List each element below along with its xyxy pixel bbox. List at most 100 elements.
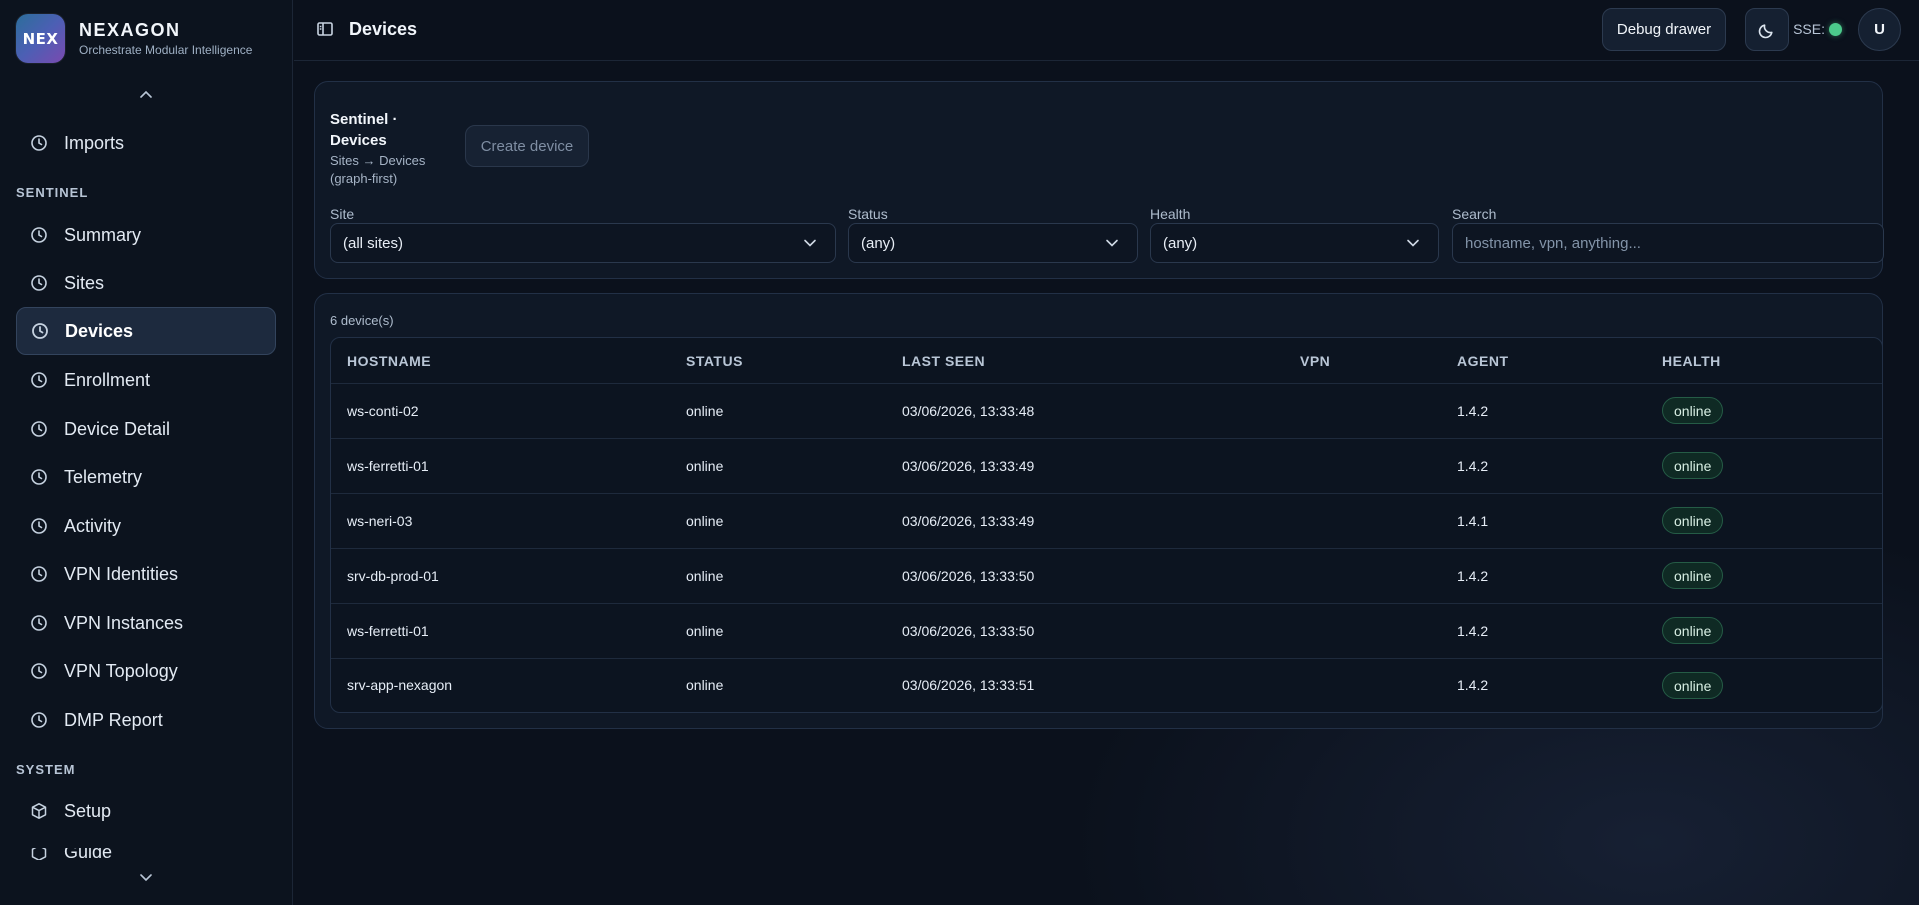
brand-text: NEXAGON Orchestrate Modular Intelligence: [79, 20, 252, 57]
devices-table-card: 6 device(s) HOSTNAME STATUS LAST SEEN VP…: [314, 293, 1883, 729]
cube-icon: [30, 848, 48, 860]
clock-icon: [31, 322, 49, 340]
column-header-status[interactable]: STATUS: [686, 353, 743, 369]
clock-icon: [30, 134, 48, 152]
cell-status: online: [686, 568, 724, 584]
table-row[interactable]: srv-db-prod-01 online 03/06/2026, 13:33:…: [331, 549, 1882, 604]
cell-hostname: ws-ferretti-01: [347, 458, 429, 474]
column-header-vpn[interactable]: VPN: [1300, 353, 1330, 369]
health-badge: online: [1662, 397, 1724, 424]
sidebar-item-telemetry[interactable]: Telemetry: [16, 453, 276, 501]
sidebar-item-enrollment[interactable]: Enrollment: [16, 356, 276, 404]
table-header-row: HOSTNAME STATUS LAST SEEN VPN AGENT HEAL…: [331, 338, 1882, 384]
sidebar-item-setup[interactable]: Setup: [16, 787, 276, 835]
cell-last-seen: 03/06/2026, 13:33:50: [902, 568, 1035, 584]
debug-drawer-button[interactable]: Debug drawer: [1602, 8, 1726, 51]
cell-hostname: ws-ferretti-01: [347, 623, 429, 639]
user-avatar[interactable]: U: [1858, 8, 1901, 51]
top-bar: Devices Debug drawer SSE: U: [294, 0, 1919, 61]
sidebar-item-dmp-report[interactable]: DMP Report: [16, 696, 276, 744]
sidebar-item-label: DMP Report: [64, 709, 163, 730]
sidebar-item-label: Sites: [64, 272, 105, 293]
health-badge: online: [1662, 452, 1724, 479]
sidebar-item-summary[interactable]: Summary: [16, 211, 276, 259]
sidebar-item-sites[interactable]: Sites: [16, 259, 276, 307]
status-filter-select[interactable]: (any): [848, 223, 1138, 263]
brand-name: NEXAGON: [79, 20, 181, 40]
column-header-agent[interactable]: AGENT: [1457, 353, 1509, 369]
clock-icon: [30, 468, 48, 486]
site-filter-value: (all sites): [343, 234, 404, 252]
cell-agent: 1.4.2: [1457, 677, 1489, 693]
cell-last-seen: 03/06/2026, 13:33:49: [902, 513, 1035, 529]
sidebar-item-label: VPN Topology: [64, 660, 178, 681]
sidebar-item-device-detail[interactable]: Device Detail: [16, 405, 276, 453]
moon-icon: [1758, 21, 1776, 39]
theme-toggle-button[interactable]: [1745, 8, 1789, 51]
sidebar-item-label: Guide: [64, 848, 113, 860]
health-badge: online: [1662, 562, 1724, 589]
search-label: Search: [1452, 206, 1497, 222]
health-badge: online: [1662, 617, 1724, 644]
cell-status: online: [686, 623, 724, 639]
sidebar-item-activity[interactable]: Activity: [16, 502, 276, 550]
cube-icon: [30, 802, 48, 820]
page-title: Devices: [349, 19, 418, 39]
sse-status-dot: [1829, 22, 1842, 36]
sidebar-item-label: Activity: [64, 515, 122, 536]
section-label-system: SYSTEM: [16, 762, 76, 777]
cell-status: online: [686, 403, 724, 419]
search-input[interactable]: hostname, vpn, anything...: [1452, 223, 1884, 263]
chevron-down-icon: [803, 236, 817, 250]
sidebar-item-vpn-instances[interactable]: VPN Instances: [16, 599, 276, 647]
filters-subtitle: Sites → Devices (graph-first): [330, 153, 426, 186]
cell-status: online: [686, 677, 724, 693]
site-filter-label: Site: [330, 206, 355, 222]
clock-icon: [30, 614, 48, 632]
cell-last-seen: 03/06/2026, 13:33:48: [902, 403, 1035, 419]
column-header-health[interactable]: HEALTH: [1662, 353, 1721, 369]
brand[interactable]: NEX NEXAGON Orchestrate Modular Intellig…: [16, 14, 252, 63]
table-row[interactable]: ws-ferretti-01 online 03/06/2026, 13:33:…: [331, 439, 1882, 494]
health-badge: online: [1662, 507, 1724, 534]
sse-status: SSE:: [1793, 21, 1842, 37]
health-filter-select[interactable]: (any): [1150, 223, 1439, 263]
cell-status: online: [686, 513, 724, 529]
status-filter-label: Status: [848, 206, 888, 222]
sidebar-item-label: Devices: [65, 320, 134, 341]
search-placeholder: hostname, vpn, anything...: [1465, 234, 1641, 252]
table-row[interactable]: ws-neri-03 online 03/06/2026, 13:33:49 1…: [331, 494, 1882, 549]
cell-agent: 1.4.1: [1457, 513, 1489, 529]
sidebar-item-vpn-topology[interactable]: VPN Topology: [16, 647, 276, 695]
sidebar-item-label: Telemetry: [64, 466, 143, 487]
cell-last-seen: 03/06/2026, 13:33:51: [902, 677, 1035, 693]
sidebar-item-guide[interactable]: Guide: [16, 848, 276, 860]
column-header-last-seen[interactable]: LAST SEEN: [902, 353, 985, 369]
table-row[interactable]: ws-conti-02 online 03/06/2026, 13:33:48 …: [331, 384, 1882, 439]
sidebar-item-vpn-identities[interactable]: VPN Identities: [16, 550, 276, 598]
sidebar-item-label: Imports: [64, 132, 125, 153]
health-filter-value: (any): [1163, 234, 1198, 252]
clock-icon: [30, 420, 48, 438]
section-label-sentinel: SENTINEL: [16, 185, 89, 200]
cell-agent: 1.4.2: [1457, 623, 1489, 639]
device-count: 6 device(s): [330, 313, 394, 328]
table-row[interactable]: ws-ferretti-01 online 03/06/2026, 13:33:…: [331, 604, 1882, 659]
cell-status: online: [686, 458, 724, 474]
clock-icon: [30, 565, 48, 583]
sidebar-toggle-icon[interactable]: [316, 20, 334, 38]
cell-agent: 1.4.2: [1457, 568, 1489, 584]
sidebar-item-imports[interactable]: Imports: [16, 119, 276, 167]
sidebar-item-label: Setup: [64, 800, 112, 821]
scroll-down-chevron-icon[interactable]: [136, 871, 156, 885]
site-filter-select[interactable]: (all sites): [330, 223, 836, 263]
table-row[interactable]: srv-app-nexagon online 03/06/2026, 13:33…: [331, 659, 1882, 712]
sidebar-item-devices[interactable]: Devices: [16, 307, 276, 355]
create-device-button[interactable]: Create device: [465, 125, 589, 167]
column-header-hostname[interactable]: HOSTNAME: [347, 353, 431, 369]
chevron-down-icon: [1105, 236, 1119, 250]
clock-icon: [30, 517, 48, 535]
cell-hostname: srv-app-nexagon: [347, 677, 453, 693]
devices-table: HOSTNAME STATUS LAST SEEN VPN AGENT HEAL…: [330, 337, 1883, 713]
scroll-up-chevron-icon[interactable]: [136, 87, 156, 101]
